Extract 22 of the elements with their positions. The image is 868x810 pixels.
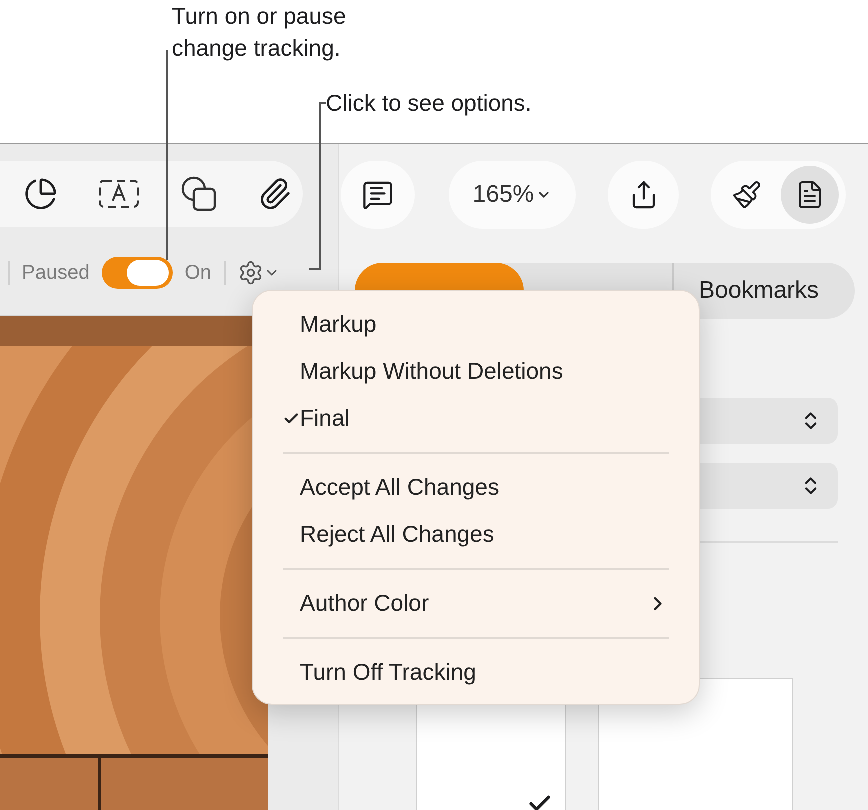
callout-text: Turn on or pause change tracking. <box>172 2 348 63</box>
tab[interactable]: Bookmarks <box>674 263 854 319</box>
paused-label: Paused <box>22 261 90 286</box>
paintbrush-icon <box>732 180 762 210</box>
text-box-icon[interactable] <box>98 178 140 210</box>
menu-item[interactable]: Reject All Changes <box>283 511 669 558</box>
paperclip-icon[interactable] <box>258 177 292 211</box>
menu-item[interactable]: Markup <box>283 301 669 348</box>
tracking-toggle[interactable] <box>102 257 173 289</box>
on-label: On <box>184 261 212 286</box>
callout-text: Click to see options. <box>326 89 532 118</box>
gear-icon <box>238 260 264 286</box>
zoom-button[interactable]: 165% <box>449 161 576 229</box>
menu-item[interactable]: Final <box>283 395 669 442</box>
menu-item[interactable]: Author Color <box>283 580 669 627</box>
shapes-icon[interactable] <box>180 175 218 213</box>
chart-icon[interactable] <box>24 177 58 211</box>
document-button[interactable] <box>781 166 840 224</box>
menu-item[interactable]: Markup Without Deletions <box>283 348 669 395</box>
menu-item[interactable]: Turn Off Tracking <box>283 649 669 696</box>
comment-icon <box>362 179 394 211</box>
menu-item[interactable]: Accept All Changes <box>283 464 669 511</box>
